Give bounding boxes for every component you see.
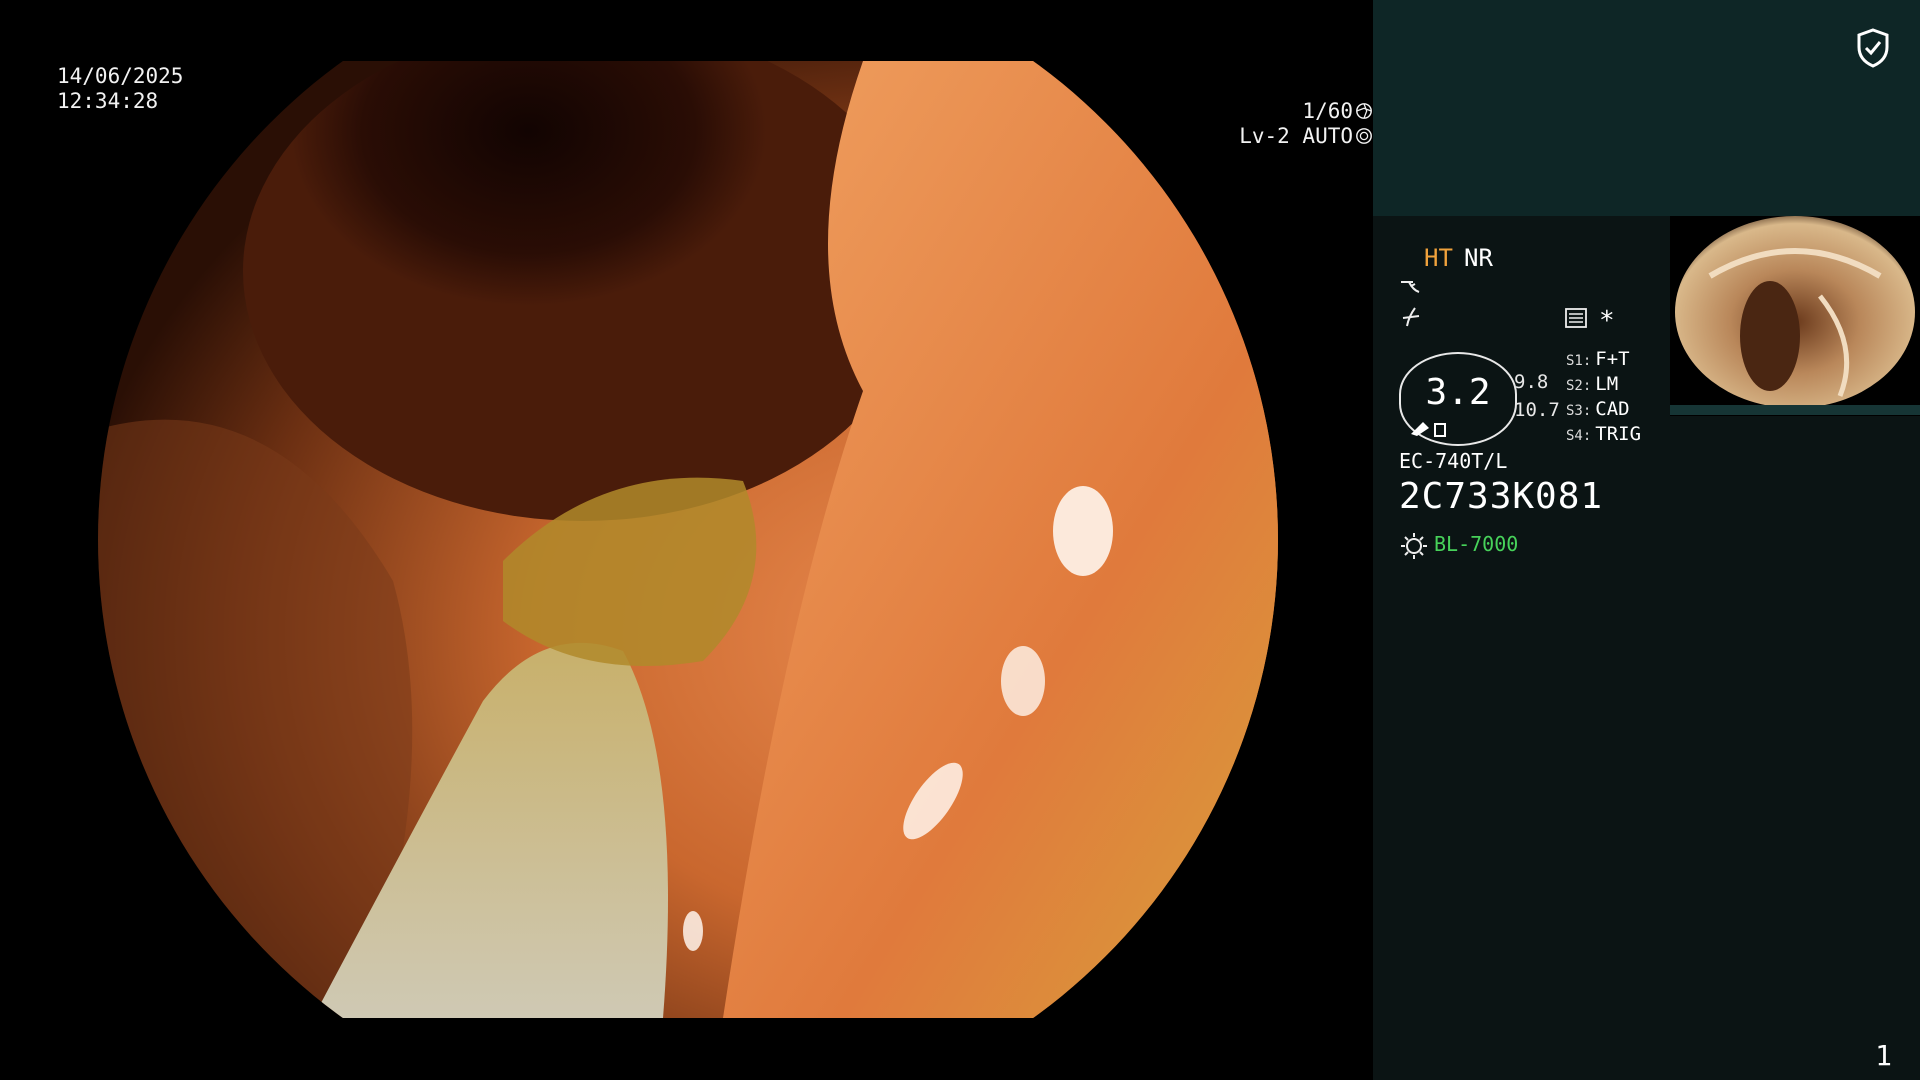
distance-gauge: 3.2 <box>1399 352 1517 446</box>
scope-serial: 2C733K081 <box>1399 476 1604 517</box>
date-text: 14/06/2025 <box>57 64 184 88</box>
aperture-icon <box>1356 103 1372 119</box>
star-indicator: * <box>1599 306 1615 336</box>
color-enhance-icon <box>1402 307 1420 327</box>
scope-model: EC-740T/L <box>1399 449 1508 473</box>
thumbnail-status-bar <box>1670 405 1920 415</box>
nr-indicator: NR <box>1464 244 1493 272</box>
light-source-name: BL-7000 <box>1434 532 1519 556</box>
info-panel: HT NR * 3.2 9.8 10.7 S1: F+T S2: LM S3: CAD… <box>1373 0 1920 1080</box>
settings-list-icon <box>1565 308 1587 328</box>
page-number: 1 <box>1875 1039 1892 1072</box>
endoscope-view: 14/06/2025 12:34:28 1/60 Lv-2 AUTO <box>0 0 1373 1080</box>
ht-indicator: HT <box>1424 244 1453 272</box>
shield-check-icon <box>1857 28 1889 68</box>
light-source-icon <box>1401 533 1427 559</box>
exposure-overlay: 1/60 Lv-2 AUTO <box>53 99 1373 149</box>
scope-tip-icon <box>1411 422 1446 437</box>
shutter-row: 1/60 <box>53 99 1373 124</box>
setting-s4: S4: TRIG <box>1566 423 1642 445</box>
structure-enhance-icon <box>1401 281 1420 293</box>
setting-s3: S3: CAD <box>1566 398 1630 420</box>
setting-s1: S1: F+T <box>1566 348 1630 370</box>
iris-icon <box>1356 128 1372 144</box>
mode-text: AUTO <box>1302 124 1353 148</box>
captured-image-thumbnail[interactable] <box>1670 216 1920 416</box>
endoscope-image-frame <box>98 61 1278 1018</box>
gauge-value: 3.2 <box>1425 372 1491 413</box>
endoscope-live-image <box>98 61 1278 1018</box>
level-text: Lv-2 <box>1239 124 1290 148</box>
panel-header <box>1373 0 1920 216</box>
level-row: Lv-2 AUTO <box>53 124 1373 149</box>
gauge-lower-value: 10.7 <box>1514 399 1560 421</box>
thumbnail-image <box>1670 216 1920 416</box>
setting-s2: S2: LM <box>1566 373 1619 395</box>
gauge-upper-value: 9.8 <box>1514 371 1549 393</box>
shutter-text: 1/60 <box>1302 99 1353 123</box>
